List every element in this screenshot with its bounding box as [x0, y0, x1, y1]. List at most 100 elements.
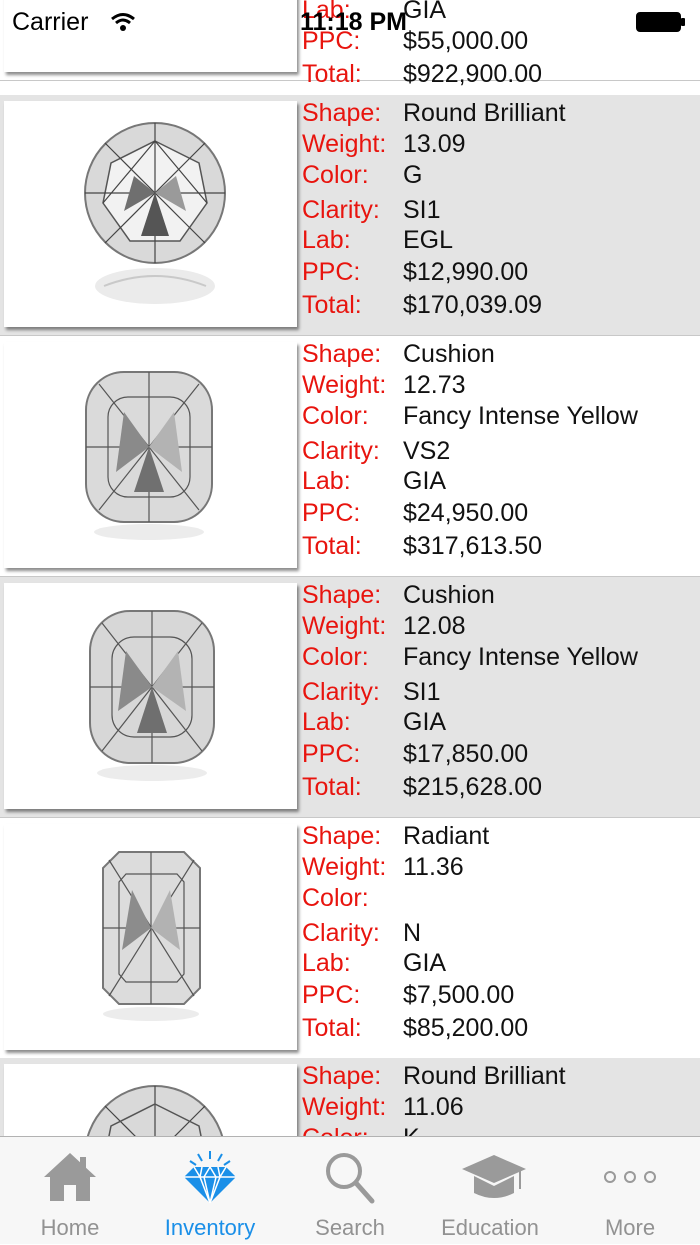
- tab-label: Education: [441, 1215, 539, 1240]
- clarity-value: VS2: [403, 437, 451, 465]
- shape-value: Cushion: [403, 581, 495, 609]
- weight-label: Weight:: [302, 371, 387, 399]
- ppc-value: $12,990.00: [403, 258, 529, 286]
- clarity-value: SI1: [403, 678, 441, 706]
- ppc-value: $17,850.00: [403, 740, 529, 768]
- diamond-row[interactable]: Shape: Cushion Weight: 12.08 Color: Fancy I…: [0, 577, 700, 818]
- search-icon: [326, 1153, 375, 1204]
- total-value: $170,039.09: [403, 291, 543, 319]
- weight-label: Weight:: [302, 612, 387, 640]
- weight-label: Weight:: [302, 853, 387, 881]
- diamond-thumbnail: [4, 101, 297, 327]
- wifi-icon: [111, 13, 135, 31]
- weight-value: 11.06: [403, 1093, 464, 1121]
- shape-value: Round Brilliant: [403, 1062, 566, 1090]
- total-label: Total:: [302, 291, 362, 319]
- lab-value: EGL: [403, 226, 454, 254]
- round-diamond-image: [84, 122, 226, 304]
- tab-education[interactable]: Education: [420, 1137, 560, 1245]
- shape-label: Shape:: [302, 822, 382, 850]
- ppc-label: PPC:: [302, 499, 361, 527]
- clock-time: 11:18 PM: [300, 8, 408, 36]
- total-label: Total:: [302, 773, 362, 801]
- inventory-list[interactable]: Lab: GIA PPC: $55,000.00 Total: $922,900.00: [0, 0, 700, 1136]
- color-label: Color:: [302, 1122, 369, 1136]
- tab-search[interactable]: Search: [280, 1137, 420, 1245]
- diamond-row[interactable]: Shape: Round Brilliant Weight: 11.06 Color…: [0, 1058, 700, 1136]
- tab-inventory[interactable]: Inventory: [140, 1137, 280, 1245]
- tab-label: Home: [40, 1215, 100, 1240]
- ppc-label: PPC:: [302, 981, 361, 1009]
- ppc-label: PPC:: [302, 258, 361, 286]
- color-label: Color:: [302, 161, 369, 189]
- lab-value: GIA: [403, 708, 447, 736]
- diamond-thumbnail: [4, 824, 297, 1050]
- shape-label: Shape:: [302, 581, 382, 609]
- lab-label: Lab:: [302, 467, 351, 495]
- ppc-value: $24,950.00: [403, 499, 529, 527]
- tab-label: More: [604, 1215, 656, 1240]
- shape-label: Shape:: [302, 99, 382, 127]
- weight-label: Weight:: [302, 1093, 387, 1121]
- shape-value: Radiant: [403, 822, 490, 850]
- weight-value: 12.08: [403, 612, 466, 640]
- total-value: $215,628.00: [403, 773, 543, 801]
- color-value: K: [403, 1122, 420, 1136]
- weight-value: 11.36: [403, 853, 464, 881]
- color-label: Color:: [302, 643, 369, 671]
- total-value: $317,613.50: [403, 532, 543, 560]
- color-label: Color:: [302, 402, 369, 430]
- weight-label: Weight:: [302, 130, 387, 158]
- ppc-value: $7,500.00: [403, 981, 515, 1009]
- diamond-thumbnail: [4, 583, 297, 809]
- color-value: G: [403, 161, 423, 189]
- clarity-value: N: [403, 919, 422, 947]
- shape-value: Round Brilliant: [403, 99, 566, 127]
- clarity-value: SI1: [403, 196, 441, 224]
- clarity-label: Clarity:: [302, 919, 380, 947]
- diamond-thumbnail: [4, 342, 297, 568]
- round-diamond-image: [86, 1085, 224, 1136]
- tab-home[interactable]: Home: [0, 1137, 140, 1245]
- ppc-label: PPC:: [302, 740, 361, 768]
- cushion-diamond-image: [85, 371, 213, 540]
- color-value: Fancy Intense Yellow: [403, 643, 638, 671]
- total-value: $85,200.00: [403, 1014, 529, 1042]
- radiant-diamond-image: [102, 851, 201, 1021]
- shape-label: Shape:: [302, 340, 382, 368]
- lab-value: GIA: [403, 949, 447, 977]
- total-label: Total:: [302, 60, 362, 88]
- tab-label: Search: [315, 1215, 385, 1240]
- lab-value: GIA: [403, 467, 447, 495]
- diamond-row[interactable]: Shape: Cushion Weight: 12.73 Color: Fancy I…: [0, 336, 700, 577]
- status-bar: Carrier 11:18 PM: [0, 0, 700, 40]
- total-label: Total:: [302, 532, 362, 560]
- home-icon: [44, 1153, 96, 1201]
- graduation-cap-icon: [462, 1155, 526, 1198]
- battery-icon: [636, 12, 685, 32]
- diamond-row[interactable]: Shape: Radiant Weight: 11.36 Color: Clarit…: [0, 818, 700, 1059]
- lab-label: Lab:: [302, 949, 351, 977]
- tab-bar: Home Inventory Search Education More: [0, 1136, 700, 1244]
- more-icon: [604, 1171, 656, 1183]
- total-label: Total:: [302, 1014, 362, 1042]
- carrier-label: Carrier: [12, 8, 89, 36]
- cushion-diamond-image: [89, 610, 215, 781]
- clarity-label: Clarity:: [302, 437, 380, 465]
- diamond-icon: [184, 1151, 236, 1204]
- lab-label: Lab:: [302, 226, 351, 254]
- tab-more[interactable]: More: [560, 1137, 700, 1245]
- total-value: $922,900.00: [403, 60, 543, 88]
- color-value: Fancy Intense Yellow: [403, 402, 638, 430]
- lab-label: Lab:: [302, 708, 351, 736]
- shape-value: Cushion: [403, 340, 495, 368]
- weight-value: 12.73: [403, 371, 466, 399]
- diamond-row[interactable]: Shape: Round Brilliant Weight: 13.09 Color…: [0, 95, 700, 336]
- diamond-thumbnail: [4, 1064, 297, 1136]
- clarity-label: Clarity:: [302, 196, 380, 224]
- color-label: Color:: [302, 884, 369, 912]
- weight-value: 13.09: [403, 130, 466, 158]
- clarity-label: Clarity:: [302, 678, 380, 706]
- shape-label: Shape:: [302, 1062, 382, 1090]
- tab-label: Inventory: [164, 1215, 256, 1240]
